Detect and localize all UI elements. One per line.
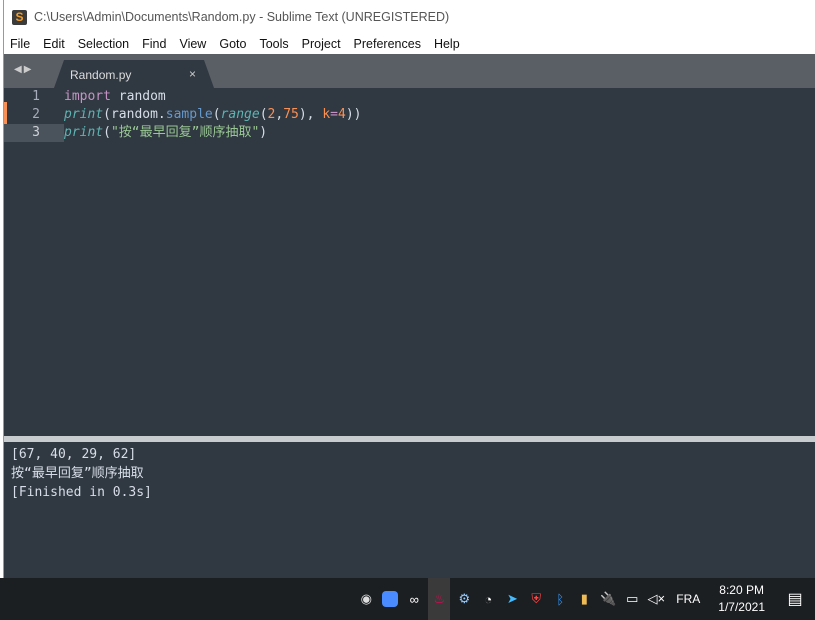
code-text: (: [212, 107, 221, 122]
operator: =: [330, 107, 338, 122]
clock[interactable]: 8:20 PM 1/7/2021: [718, 582, 765, 616]
string: "按“最早回复”顺序抽取": [110, 125, 260, 140]
zoom-icon[interactable]: [380, 589, 400, 609]
notifications-icon[interactable]: ▤: [775, 589, 815, 609]
flame-app-icon[interactable]: ♨: [428, 578, 451, 620]
storage-icon[interactable]: ▮: [574, 589, 594, 609]
builtin: range: [220, 107, 260, 122]
line-number: 2: [32, 107, 40, 122]
builtin: print: [64, 107, 104, 122]
line-number-current: 3: [4, 124, 64, 142]
menu-file[interactable]: File: [10, 37, 30, 51]
tab-random-py[interactable]: Random.py ×: [54, 60, 214, 88]
menu-view[interactable]: View: [179, 37, 206, 51]
sublime-window: S C:\Users\Admin\Documents\Random.py - S…: [3, 0, 815, 578]
close-icon[interactable]: ×: [189, 67, 196, 81]
tab-nav-arrows-icon[interactable]: ◀▶: [14, 64, 33, 75]
menu-find[interactable]: Find: [142, 37, 166, 51]
steam-icon[interactable]: ⚙: [454, 589, 474, 609]
code-line: print(random.sample(range(2,75), k=4)): [64, 106, 361, 124]
code-text: )): [345, 107, 362, 122]
number: 4: [337, 107, 346, 122]
network-icon[interactable]: ▭: [622, 589, 642, 609]
security-shield-icon[interactable]: ⛨: [526, 589, 546, 609]
code-line: print("按“最早回复”顺序抽取"): [64, 124, 267, 142]
code-editor[interactable]: 1 2 3 import random print(random.sample(…: [4, 88, 815, 436]
menu-project[interactable]: Project: [302, 37, 341, 51]
output-line: [67, 40, 29, 62]: [11, 447, 137, 462]
code-line: import random: [64, 88, 166, 106]
build-output-panel: [67, 40, 29, 62] 按“最早回复”顺序抽取 [Finished in …: [4, 442, 815, 578]
code-text: (: [259, 107, 268, 122]
ring-app-icon[interactable]: ◔: [478, 589, 498, 609]
output-line: [Finished in 0.3s]: [11, 485, 152, 500]
time: 8:20 PM: [719, 583, 764, 597]
menu-edit[interactable]: Edit: [43, 37, 65, 51]
taskbar: ◉ ∞ ♨ ⚙ ◔ ➤ ⛨ ᛒ ▮ 🔌 ▭ ◁× FRA 8:20 PM 1/7…: [0, 578, 815, 620]
number: 75: [283, 107, 299, 122]
builtin: print: [64, 125, 104, 140]
sublime-logo-icon: S: [12, 9, 27, 25]
method: sample: [165, 107, 213, 122]
send-icon[interactable]: ➤: [502, 589, 522, 609]
menu-bar: File Edit Selection Find View Goto Tools…: [4, 34, 815, 54]
tab-bar: ◀▶ Random.py ×: [4, 54, 815, 88]
link-icon[interactable]: ∞: [404, 589, 424, 609]
discord-icon[interactable]: ◉: [356, 589, 376, 609]
bluetooth-icon[interactable]: ᛒ: [550, 589, 570, 609]
title-bar: S C:\Users\Admin\Documents\Random.py - S…: [4, 0, 815, 34]
volume-muted-icon[interactable]: ◁×: [646, 589, 666, 609]
code-text: ),: [298, 107, 323, 122]
battery-icon[interactable]: 🔌: [598, 589, 618, 609]
language-indicator[interactable]: FRA: [676, 592, 700, 606]
menu-preferences[interactable]: Preferences: [354, 37, 421, 51]
code-text: ): [259, 125, 268, 140]
window-title: C:\Users\Admin\Documents\Random.py - Sub…: [34, 10, 450, 24]
code-text: (random.: [103, 107, 166, 122]
keyword: import: [64, 89, 111, 104]
menu-tools[interactable]: Tools: [259, 37, 288, 51]
tab-label: Random.py: [70, 68, 132, 82]
menu-goto[interactable]: Goto: [219, 37, 246, 51]
line-number: 1: [32, 89, 40, 104]
code-text: (: [103, 125, 111, 140]
code-text: ,: [275, 107, 284, 122]
menu-help[interactable]: Help: [434, 37, 460, 51]
kwarg: k: [322, 107, 331, 122]
menu-selection[interactable]: Selection: [78, 37, 129, 51]
output-line: 按“最早回复”顺序抽取: [11, 466, 144, 481]
date: 1/7/2021: [718, 600, 765, 614]
code-text: random: [110, 89, 166, 104]
